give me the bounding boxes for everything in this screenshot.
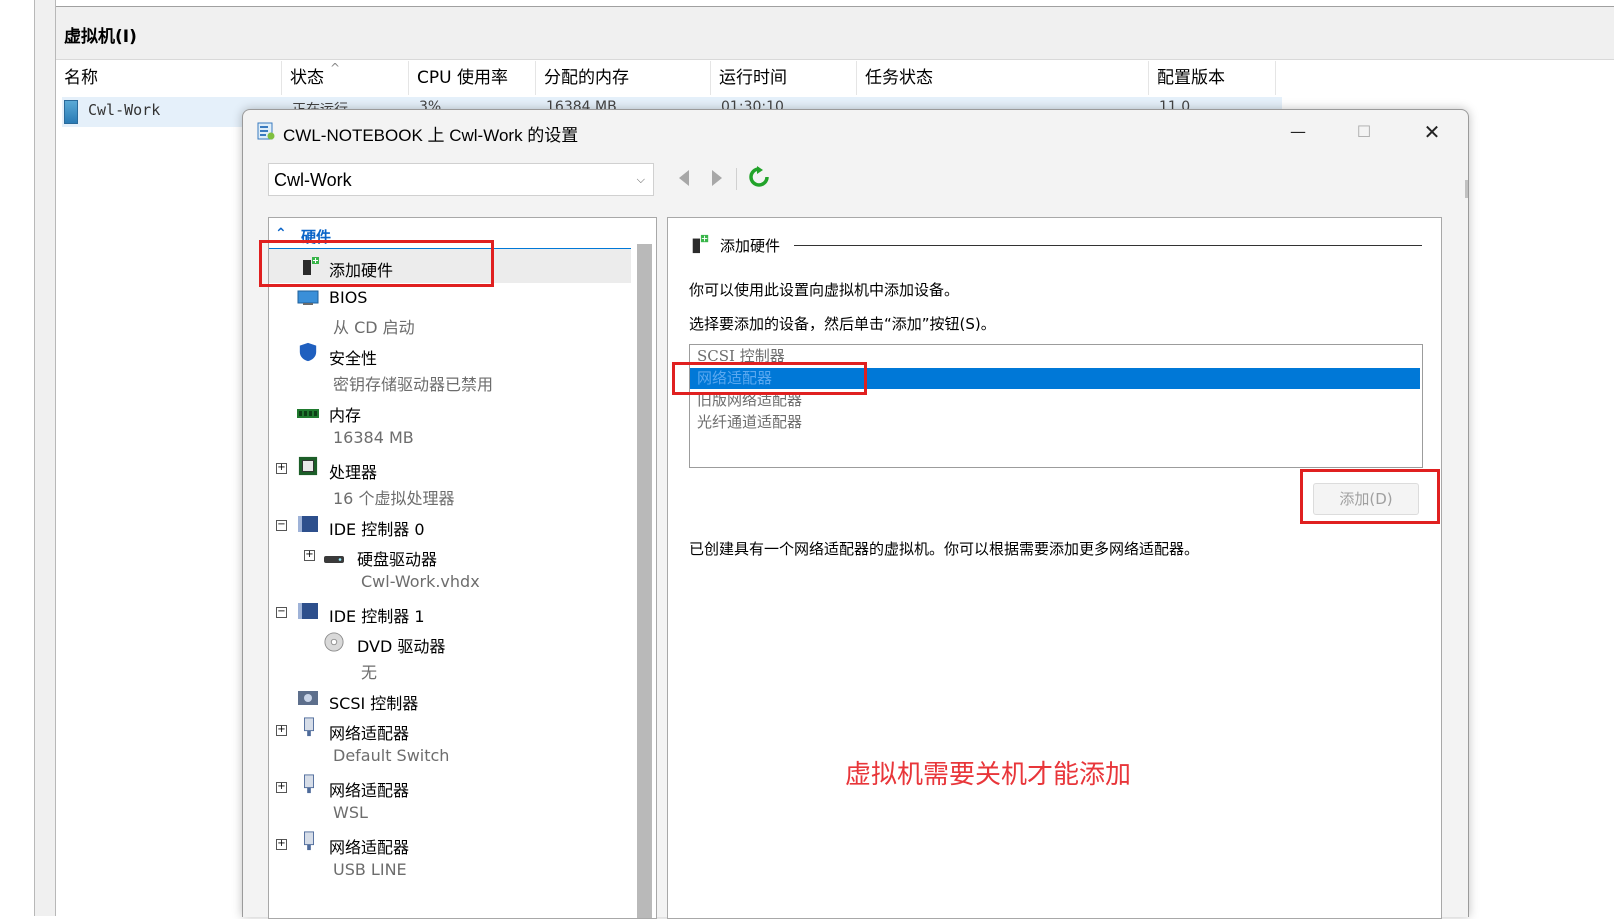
collapse-ide1-toggle[interactable]: −	[276, 607, 287, 618]
sort-caret-icon: ^	[330, 61, 341, 75]
list-item[interactable]: 光纤通道适配器	[690, 412, 1420, 433]
toolbar-separator	[736, 168, 737, 190]
tree-item-bios[interactable]: BIOS	[329, 288, 367, 307]
tree-sub-network-adapter-1: Default Switch	[333, 746, 450, 765]
shield-icon	[299, 342, 317, 362]
left-window-edge	[0, 0, 35, 916]
expand-nic2-toggle[interactable]: +	[276, 782, 287, 793]
maximize-button[interactable]: ☐	[1341, 116, 1387, 148]
tree-scrollbar[interactable]	[637, 244, 652, 918]
settings-dialog: CWL-NOTEBOOK 上 Cwl-Work 的设置 — ☐ ✕ Cwl-Wo…	[242, 109, 1469, 919]
forward-arrow-icon[interactable]	[706, 168, 726, 188]
tree-item-scsi[interactable]: SCSI 控制器	[329, 690, 418, 714]
chevron-down-icon: ⌵	[636, 174, 645, 186]
hard-drive-icon	[324, 556, 344, 563]
vm-selector-value: Cwl-Work	[274, 170, 352, 190]
ide-controller-icon	[298, 516, 318, 532]
heading-divider	[794, 245, 1422, 246]
tree-item-dvd-drive[interactable]: DVD 驱动器	[357, 633, 445, 657]
expand-processor-toggle[interactable]: +	[276, 463, 287, 474]
column-header-name[interactable]: 名称	[56, 61, 282, 95]
instruction-text: 你可以使用此设置向虚拟机中添加设备。	[689, 281, 960, 299]
expand-nic3-toggle[interactable]: +	[276, 839, 287, 850]
title-bar[interactable]: CWL-NOTEBOOK 上 Cwl-Work 的设置 — ☐ ✕	[243, 110, 1468, 154]
tree-sub-network-adapter-3: USB LINE	[333, 860, 407, 879]
tree-item-memory[interactable]: 内存	[329, 402, 361, 426]
expand-hdd-toggle[interactable]: +	[304, 550, 315, 561]
column-header-cpu[interactable]: CPU 使用率	[409, 61, 536, 95]
ide-controller-icon	[298, 603, 318, 619]
annotation-box-add-hardware	[259, 240, 494, 287]
tree-sub-network-adapter-2: WSL	[333, 803, 368, 822]
tree-sub-dvd-drive: 无	[361, 663, 378, 682]
panel-heading: 添加硬件	[720, 237, 781, 255]
select-device-text: 选择要添加的设备，然后单击“添加”按钮(S)。	[689, 315, 996, 333]
network-adapter-icon	[304, 774, 314, 794]
column-label-state: 状态	[290, 68, 324, 88]
column-header-task[interactable]: 任务状态	[857, 61, 1149, 95]
tree-item-network-adapter-2[interactable]: 网络适配器	[329, 777, 409, 801]
refresh-icon[interactable]	[748, 166, 770, 188]
column-header-version[interactable]: 配置版本	[1149, 61, 1276, 95]
tree-sub-bios: 从 CD 启动	[333, 318, 415, 337]
column-header-state[interactable]: 状态 ^	[282, 61, 409, 95]
window-edge-marker	[1465, 180, 1468, 198]
vm-selector-dropdown[interactable]: Cwl-Work ⌵	[268, 163, 654, 196]
network-adapter-icon	[304, 831, 314, 851]
info-note: 已创建具有一个网络适配器的虚拟机。你可以根据需要添加更多网络适配器。	[689, 540, 1200, 558]
tree-item-ide1[interactable]: IDE 控制器 1	[329, 603, 425, 627]
tree-item-ide0[interactable]: IDE 控制器 0	[329, 516, 425, 540]
settings-app-icon	[257, 122, 275, 140]
vm-icon	[64, 100, 78, 124]
tree-sub-memory: 16384 MB	[333, 428, 414, 447]
tree-item-network-adapter-3[interactable]: 网络适配器	[329, 834, 409, 858]
back-arrow-icon[interactable]	[675, 168, 695, 188]
column-header-uptime[interactable]: 运行时间	[711, 61, 857, 95]
column-header-memory[interactable]: 分配的内存	[536, 61, 711, 95]
dvd-icon	[324, 632, 344, 652]
tree-item-processor[interactable]: 处理器	[329, 459, 377, 483]
add-hardware-icon	[692, 234, 709, 254]
scsi-controller-icon	[298, 691, 318, 705]
column-headers: 名称 状态 ^ CPU 使用率 分配的内存 运行时间 任务状态 配置版本	[56, 61, 1276, 95]
tree-item-security[interactable]: 安全性	[329, 345, 377, 369]
window-splitter	[35, 0, 56, 916]
close-button[interactable]: ✕	[1409, 116, 1455, 148]
tree-sub-security: 密钥存储驱动器已禁用	[333, 375, 494, 394]
expand-nic1-toggle[interactable]: +	[276, 725, 287, 736]
bios-icon	[297, 290, 319, 305]
hardware-tree: ⌃ 硬件 添加硬件 BIOS 从 CD 启动 安全性 密钥存储驱动器已禁用 内存…	[268, 217, 657, 919]
annotation-box-network-adapter	[672, 362, 867, 395]
tree-sub-processor: 16 个虚拟处理器	[333, 489, 455, 508]
processor-icon	[298, 456, 318, 476]
panel-title: 虚拟机(I)	[56, 7, 1614, 60]
dialog-title: CWL-NOTEBOOK 上 Cwl-Work 的设置	[283, 126, 579, 145]
annotation-box-add-button	[1300, 469, 1440, 524]
tree-item-hard-drive[interactable]: 硬盘驱动器	[357, 546, 437, 570]
memory-icon	[297, 409, 319, 418]
vm-name: Cwl-Work	[88, 101, 161, 119]
tree-sub-hard-drive: Cwl-Work.vhdx	[361, 572, 480, 591]
network-adapter-icon	[304, 717, 314, 737]
tree-item-network-adapter-1[interactable]: 网络适配器	[329, 720, 409, 744]
collapse-ide0-toggle[interactable]: −	[276, 520, 287, 531]
add-hardware-panel: 添加硬件 你可以使用此设置向虚拟机中添加设备。 选择要添加的设备，然后单击“添加…	[667, 217, 1442, 919]
minimize-button[interactable]: —	[1275, 116, 1321, 148]
annotation-text: 虚拟机需要关机才能添加	[845, 760, 1132, 790]
